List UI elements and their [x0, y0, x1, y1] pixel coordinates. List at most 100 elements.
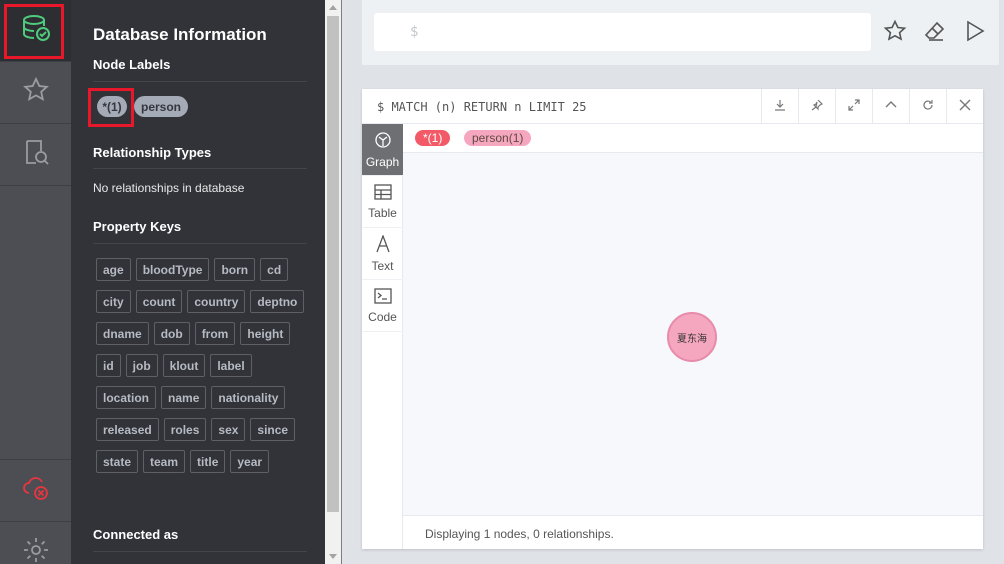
property-key-cd[interactable]: cd [260, 258, 289, 281]
settings-button[interactable] [0, 521, 71, 564]
property-key-nationality[interactable]: nationality [211, 386, 286, 409]
collapse-button[interactable] [872, 89, 909, 124]
clear-editor-button[interactable] [922, 20, 948, 46]
property-key-team[interactable]: team [143, 450, 186, 473]
database-icon [21, 13, 51, 48]
tab-text-label: Text [371, 258, 394, 273]
graph-legend: *(1) person(1) [403, 124, 983, 153]
relationship-types-title: Relationship Types [93, 145, 212, 160]
legend-tag-all[interactable]: *(1) [415, 130, 451, 146]
divider [93, 551, 307, 552]
divider [93, 168, 307, 169]
legend-tag-person[interactable]: person(1) [464, 130, 532, 146]
frame-footer: Displaying 1 nodes, 0 relationships. [403, 515, 983, 549]
graph-node[interactable]: 夏东海 [667, 312, 717, 362]
property-key-roles[interactable]: roles [163, 418, 207, 441]
property-key-bloodtype[interactable]: bloodType [135, 258, 210, 281]
property-key-count[interactable]: count [135, 290, 183, 313]
table-icon [373, 183, 392, 203]
tab-graph-label: Graph [365, 154, 400, 169]
close-icon [959, 98, 971, 116]
graph-canvas[interactable]: *(1) person(1) 夏东海 [403, 124, 983, 515]
code-icon [373, 287, 392, 307]
search-doc-icon [22, 138, 50, 171]
divider [93, 81, 307, 82]
eraser-icon [923, 19, 947, 48]
cloud-disconnected-icon [21, 473, 51, 508]
label-pill-person[interactable]: person [134, 96, 188, 117]
connected-as-title: Connected as [93, 527, 179, 542]
property-key-id[interactable]: id [96, 354, 121, 377]
download-icon [774, 98, 786, 116]
download-button[interactable] [761, 89, 798, 124]
property-key-height[interactable]: height [240, 322, 291, 345]
tab-code[interactable]: Code [362, 280, 403, 332]
play-icon [963, 19, 987, 48]
property-key-released[interactable]: released [96, 418, 159, 441]
connection-status-button[interactable] [0, 459, 71, 521]
property-keys-list: age bloodType born cd city count country deptno… [96, 258, 310, 473]
fullscreen-button[interactable] [835, 89, 872, 124]
property-key-since[interactable]: since [250, 418, 296, 441]
refresh-icon [922, 98, 934, 116]
graph-icon [374, 131, 392, 152]
property-key-from[interactable]: from [194, 322, 236, 345]
property-key-dob[interactable]: dob [153, 322, 190, 345]
editor-prompt: $ [410, 24, 419, 40]
property-key-deptno[interactable]: deptno [250, 290, 305, 313]
label-pill-all[interactable]: *(1) [97, 96, 127, 117]
chevron-up-icon [884, 97, 898, 116]
frame-query-text[interactable]: $ MATCH (n) RETURN n LIMIT 25 [377, 100, 587, 114]
star-icon [883, 19, 907, 48]
tab-table-label: Table [368, 205, 397, 220]
property-key-name[interactable]: name [161, 386, 207, 409]
tab-table[interactable]: Table [362, 176, 403, 228]
gear-icon [22, 536, 50, 564]
property-key-born[interactable]: born [214, 258, 256, 281]
divider [93, 243, 307, 244]
property-key-title[interactable]: title [190, 450, 226, 473]
star-icon [22, 76, 50, 109]
favorite-query-button[interactable] [882, 19, 908, 48]
database-button[interactable] [0, 0, 71, 62]
database-info-drawer: Database Information Node Labels *(1) pe… [71, 0, 325, 564]
view-switcher: Graph Table Text Code [362, 124, 403, 549]
frame-header: $ MATCH (n) RETURN n LIMIT 25 [362, 89, 983, 124]
pin-icon [811, 98, 824, 116]
no-relationships-text: No relationships in database [93, 181, 245, 195]
guides-button[interactable] [0, 124, 71, 186]
tab-graph[interactable]: Graph [362, 124, 403, 176]
pin-button[interactable] [798, 89, 835, 124]
close-frame-button[interactable] [946, 89, 983, 124]
property-key-state[interactable]: state [96, 450, 139, 473]
scrollbar-thumb[interactable] [327, 16, 339, 512]
property-key-country[interactable]: country [187, 290, 246, 313]
tab-code-label: Code [368, 309, 397, 324]
scroll-up-arrow[interactable] [329, 5, 337, 10]
property-key-label[interactable]: label [210, 354, 252, 377]
rerun-button[interactable] [909, 89, 946, 124]
property-key-age[interactable]: age [96, 258, 131, 281]
property-keys-title: Property Keys [93, 219, 182, 234]
text-icon [375, 233, 391, 256]
expand-icon [848, 98, 860, 116]
scroll-down-arrow[interactable] [329, 554, 337, 559]
property-key-city[interactable]: city [96, 290, 131, 313]
property-key-job[interactable]: job [125, 354, 158, 377]
tab-text[interactable]: Text [362, 228, 403, 280]
result-frame: $ MATCH (n) RETURN n LIMIT 25 Graph Tabl… [362, 89, 983, 549]
panel-divider [341, 0, 342, 564]
run-query-button[interactable] [962, 20, 988, 46]
node-labels-title: Node Labels [93, 57, 171, 72]
drawer-title: Database Information [93, 25, 267, 44]
property-key-location[interactable]: location [96, 386, 157, 409]
property-key-klout[interactable]: klout [162, 354, 206, 377]
status-text: Displaying 1 nodes, 0 relationships. [425, 527, 614, 541]
property-key-dname[interactable]: dname [96, 322, 149, 345]
property-key-year[interactable]: year [230, 450, 270, 473]
property-key-sex[interactable]: sex [211, 418, 246, 441]
query-editor-input[interactable]: $ [374, 13, 871, 51]
favorites-button[interactable] [0, 62, 71, 124]
icon-rail [0, 0, 71, 564]
neo4j-browser: Database Information Node Labels *(1) pe… [0, 0, 1004, 564]
